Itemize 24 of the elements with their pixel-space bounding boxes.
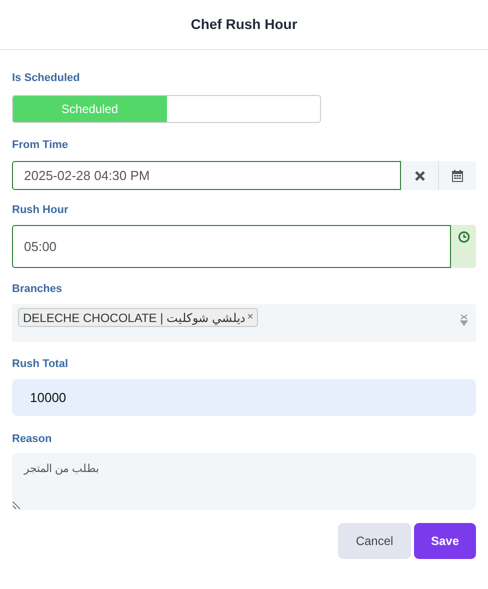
- tag-label: DELECHE CHOCOLATE | ديلشي شوكليت: [23, 310, 245, 326]
- clock-button[interactable]: [451, 225, 476, 268]
- sort-icon: [460, 314, 468, 326]
- remove-tag-button[interactable]: ×: [246, 309, 254, 326]
- field-label: Reason: [12, 432, 53, 445]
- field-label: Rush Hour: [12, 203, 70, 216]
- field-label: From Time: [12, 138, 70, 151]
- calendar-button[interactable]: [439, 161, 476, 190]
- number-field[interactable]: 10000: [12, 379, 476, 416]
- calendar-icon: [452, 170, 463, 182]
- dialog-title: Chef Rush Hour: [190, 15, 298, 34]
- clock-icon: [458, 231, 470, 243]
- field-label: Rush Total: [12, 357, 70, 370]
- field-label: Branches: [12, 282, 64, 295]
- cancel-button[interactable]: Cancel: [338, 523, 411, 559]
- close-icon: [414, 170, 424, 180]
- save-button[interactable]: Save: [414, 523, 476, 559]
- reason-textarea[interactable]: بطلب من المتجر: [12, 453, 476, 510]
- branch-tag[interactable]: DELECHE CHOCOLATE | ديلشي شوكليت ×: [18, 308, 258, 327]
- date-time-field[interactable]: 2025-02-28 04:30 PM: [12, 161, 401, 190]
- branches-select[interactable]: DELECHE CHOCOLATE | ديلشي شوكليت ×: [12, 304, 476, 342]
- clear-button[interactable]: [401, 161, 439, 190]
- field-label: Is Scheduled: [12, 71, 81, 84]
- duration-field[interactable]: 05:00: [12, 225, 451, 268]
